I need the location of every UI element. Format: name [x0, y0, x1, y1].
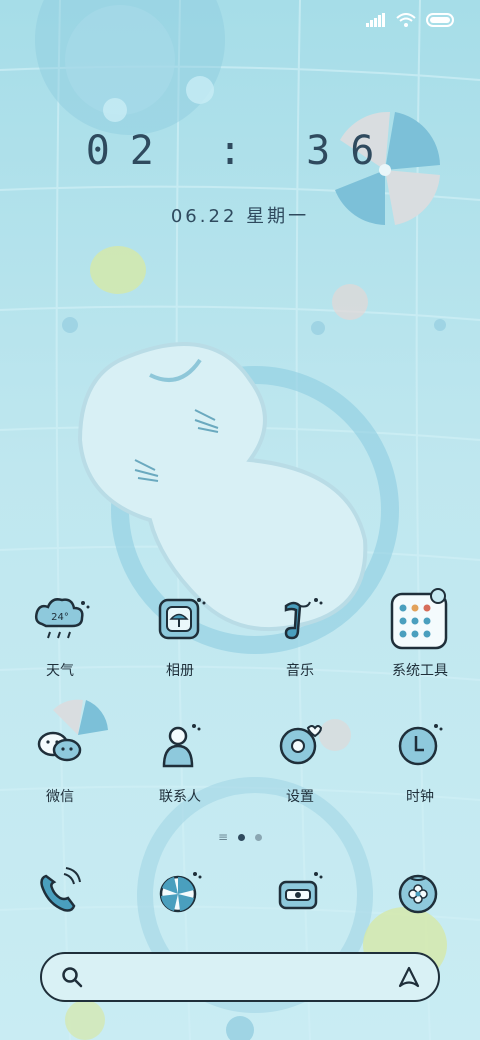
- dock-app-store[interactable]: [360, 860, 480, 924]
- dock-browser[interactable]: [120, 860, 240, 924]
- weather-temperature: 24°: [51, 612, 69, 623]
- app-clock[interactable]: 时钟: [360, 714, 480, 806]
- wifi-icon: [396, 13, 416, 27]
- app-contacts[interactable]: 联系人: [120, 714, 240, 806]
- dock: [0, 860, 480, 924]
- page-list-icon[interactable]: ≡: [218, 830, 228, 844]
- search-icon: [62, 967, 83, 988]
- weather-cloud-icon: 24°: [28, 588, 92, 652]
- album-photo-icon: [148, 588, 212, 652]
- phone-icon: [28, 860, 92, 924]
- browser-candy-icon: [148, 860, 212, 924]
- signal-icon: [366, 13, 385, 27]
- app-label: 音乐: [286, 663, 314, 679]
- app-music[interactable]: 音乐: [240, 588, 360, 680]
- assistant-icon[interactable]: [396, 965, 422, 989]
- app-label: 系统工具: [392, 663, 448, 679]
- status-bar: [366, 6, 456, 34]
- app-grid-row-2: 微信 联系人 设置 时钟: [0, 714, 480, 806]
- app-wechat[interactable]: 微信: [0, 714, 120, 806]
- app-label: 设置: [286, 789, 314, 805]
- clock-time: 02 : 36: [85, 128, 395, 174]
- clock-icon: [388, 714, 452, 778]
- app-settings[interactable]: 设置: [240, 714, 360, 806]
- messages-camera-icon: [268, 860, 332, 924]
- wechat-chat-icon: [28, 714, 92, 778]
- dock-messages[interactable]: [240, 860, 360, 924]
- battery-icon: [426, 13, 454, 27]
- app-label: 时钟: [406, 789, 434, 805]
- contacts-person-icon: [148, 714, 212, 778]
- music-note-icon: [268, 588, 332, 652]
- search-bar[interactable]: [40, 952, 440, 1002]
- app-label: 微信: [46, 789, 74, 805]
- app-weather[interactable]: 24° 天气: [0, 588, 120, 680]
- app-store-flower-icon: [388, 860, 452, 924]
- app-album[interactable]: 相册: [120, 588, 240, 680]
- settings-donut-icon: [268, 714, 332, 778]
- dock-phone[interactable]: [0, 860, 120, 924]
- page-indicator: ≡: [0, 830, 480, 844]
- app-label: 联系人: [159, 789, 201, 805]
- clock-date: 06.22 星期一: [170, 206, 310, 227]
- page-dot-active[interactable]: [238, 833, 246, 841]
- app-label: 相册: [166, 663, 194, 679]
- page-dot[interactable]: [255, 833, 263, 841]
- app-grid-row-1: 24° 天气 相册 音乐 系统工具: [0, 588, 480, 680]
- app-system-tools[interactable]: 系统工具: [360, 588, 480, 680]
- system-tools-folder-icon: [388, 588, 452, 652]
- app-label: 天气: [46, 663, 74, 679]
